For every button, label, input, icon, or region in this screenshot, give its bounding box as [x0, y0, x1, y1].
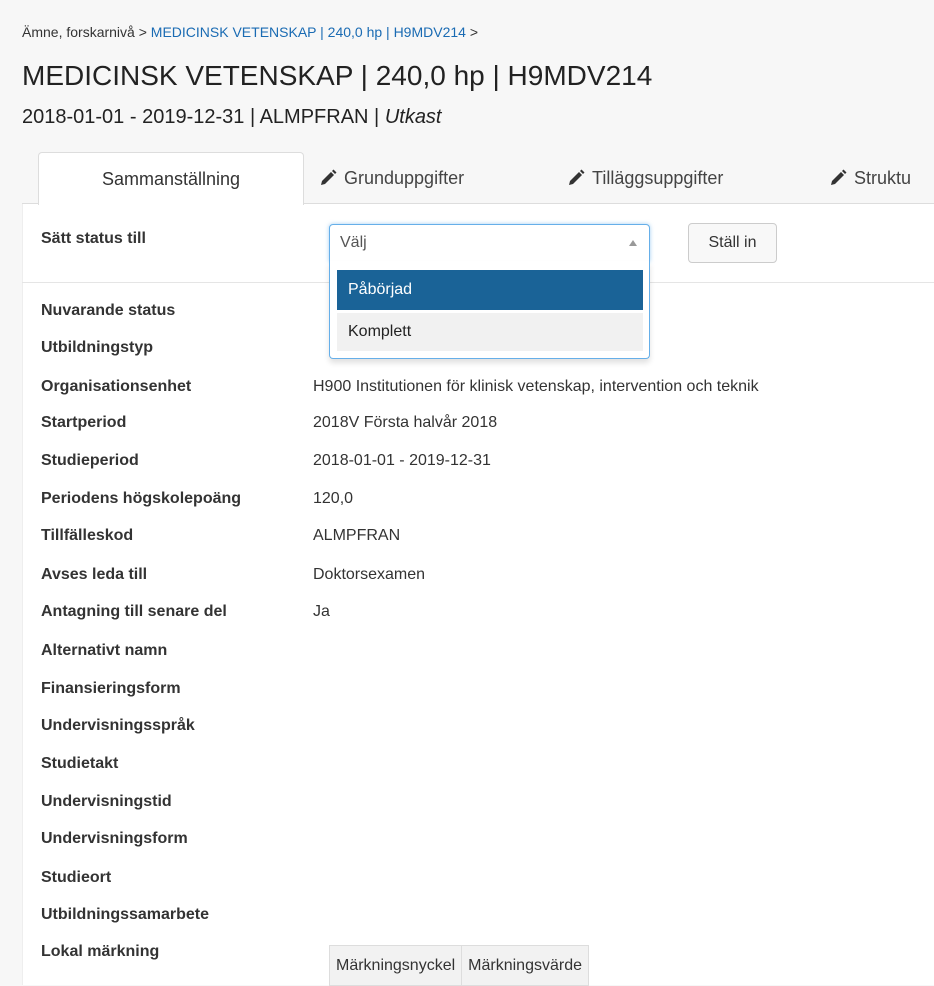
chevron-up-icon [629, 240, 637, 246]
tab-label: Sammanställning [101, 168, 241, 189]
field-label-utbildningstyp: Utbildningstyp [41, 339, 153, 356]
field-label-nuvarande-status: Nuvarande status [41, 302, 176, 319]
field-value-hogskolepoang: 120,0 [313, 490, 354, 507]
page-subtitle: 2018-01-01 - 2019-12-31 | ALMPFRAN | Utk… [22, 106, 442, 129]
status-form-label: Sätt status till [41, 230, 146, 247]
field-value-tillfalleskod: ALMPFRAN [313, 527, 401, 544]
field-label-undervisningstid: Undervisningstid [41, 793, 172, 810]
field-value-antagning: Ja [313, 603, 330, 620]
page: Ämne, forskarnivå > MEDICINSK VETENSKAP … [0, 0, 934, 986]
table-header-row: Märkningsnyckel Märkningsvärde [328, 945, 589, 986]
page-title: MEDICINSK VETENSKAP | 240,0 hp | H9MDV21… [22, 60, 653, 91]
subtitle-period-code: 2018-01-01 - 2019-12-31 | ALMPFRAN | [22, 106, 385, 128]
status-dropdown-menu: Påbörjad Komplett [329, 261, 650, 359]
dropdown-option-paborjad[interactable]: Påbörjad [337, 270, 643, 310]
column-header-value: Märkningsvärde [461, 945, 589, 986]
dropdown-option-komplett[interactable]: Komplett [337, 313, 643, 351]
status-select[interactable]: Välj [329, 224, 650, 262]
status-select-value: Välj [340, 234, 367, 251]
column-header-key: Märkningsnyckel [328, 945, 463, 986]
field-label-studieort: Studieort [41, 869, 112, 886]
tab-struktur[interactable]: Struktu [829, 152, 911, 204]
breadcrumb-item-program[interactable]: MEDICINSK VETENSKAP | 240,0 hp | H9MDV21… [151, 24, 466, 40]
tab-label: Struktu [854, 167, 912, 188]
breadcrumb-separator: > [469, 24, 479, 40]
set-status-button[interactable]: Ställ in [688, 223, 777, 263]
tab-tillaggsuppgifter[interactable]: Tilläggsuppgifter [567, 152, 723, 204]
pencil-icon [831, 169, 847, 185]
pencil-icon [569, 169, 585, 185]
field-label-antagning: Antagning till senare del [41, 603, 227, 620]
field-label-hogskolepoang: Periodens högskolepoäng [41, 490, 242, 507]
field-label-avses-leda-till: Avses leda till [41, 566, 148, 583]
subtitle-status: Utkast [384, 106, 442, 128]
breadcrumb-separator: > [138, 24, 147, 40]
field-label-undervisningssprak: Undervisningsspråk [41, 717, 195, 734]
breadcrumb: Ämne, forskarnivå > MEDICINSK VETENSKAP … [22, 24, 478, 40]
field-label-lokal-markning: Lokal märkning [41, 943, 160, 960]
tab-sammanstallning[interactable]: Sammanställning [38, 152, 304, 205]
field-label-finansieringsform: Finansieringsform [41, 680, 181, 697]
tab-label: Tilläggsuppgifter [592, 167, 724, 188]
field-label-tillfalleskod: Tillfälleskod [41, 527, 134, 544]
field-label-studieperiod: Studieperiod [41, 452, 139, 469]
tab-grunduppgifter[interactable]: Grunduppgifter [319, 152, 464, 204]
field-value-studieperiod: 2018-01-01 - 2019-12-31 [313, 452, 491, 469]
field-value-startperiod: 2018V Första halvår 2018 [313, 414, 498, 431]
pencil-icon [321, 169, 337, 185]
field-label-undervisningsform: Undervisningsform [41, 830, 188, 847]
field-label-startperiod: Startperiod [41, 414, 127, 431]
field-label-alternativt-namn: Alternativt namn [41, 642, 168, 659]
field-value-organisationsenhet: H900 Institutionen för klinisk vetenskap… [313, 378, 759, 395]
breadcrumb-item-subject[interactable]: Ämne, forskarnivå [22, 24, 135, 40]
field-value-avses-leda-till: Doktorsexamen [313, 566, 426, 583]
marking-table: Märkningsnyckel Märkningsvärde [328, 945, 589, 986]
field-label-organisationsenhet: Organisationsenhet [41, 378, 192, 395]
tab-bar: Sammanställning Grunduppgifter Tilläggsu… [22, 152, 934, 205]
field-label-studietakt: Studietakt [41, 755, 119, 772]
field-label-utbildningssamarbete: Utbildningssamarbete [41, 906, 210, 923]
tab-label: Grunduppgifter [344, 167, 465, 188]
